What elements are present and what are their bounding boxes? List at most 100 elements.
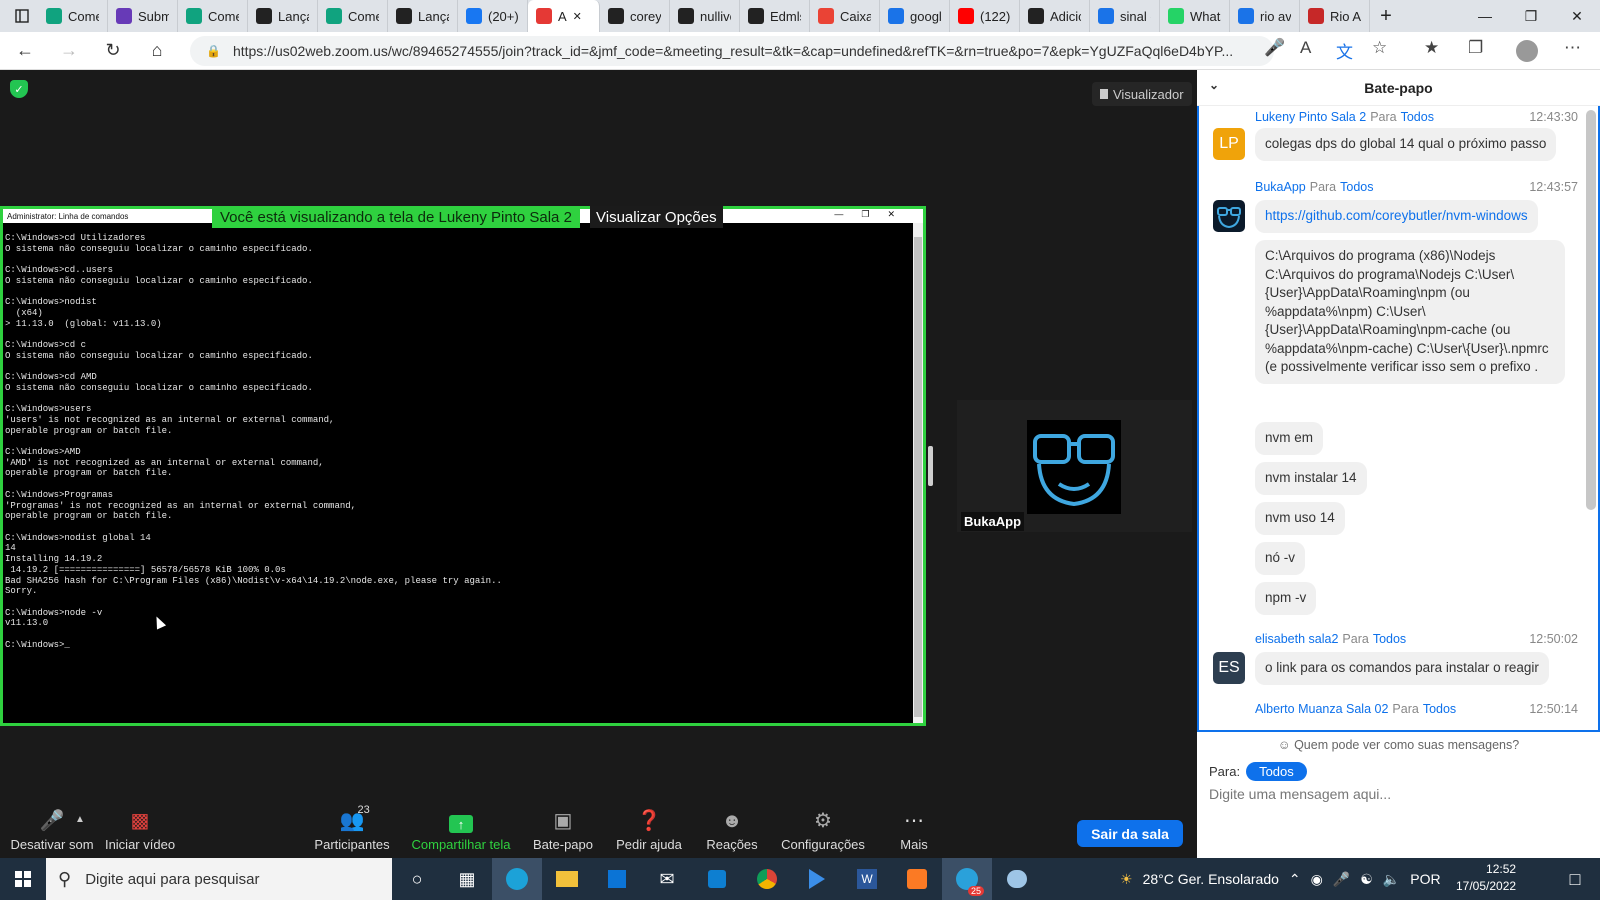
browser-tab[interactable]: Lança <box>248 0 318 32</box>
chrome-icon[interactable] <box>742 858 792 900</box>
restore-button[interactable]: ❐ <box>1508 0 1554 32</box>
taskbar-search[interactable]: ⚲ Digite aqui para pesquisar <box>46 858 392 900</box>
reactions-button[interactable]: ☻ Reações <box>706 808 758 858</box>
network-icon[interactable]: ☯ <box>1360 871 1373 888</box>
notifications-icon[interactable]: □ <box>1550 858 1600 900</box>
chat-button[interactable]: ▣ Bate-papo <box>530 808 596 858</box>
message-input[interactable]: Digite uma mensagem aqui... <box>1209 786 1391 802</box>
weather-text[interactable]: 28°C Ger. Ensolarado <box>1143 871 1279 887</box>
browser-tab[interactable]: Lança <box>388 0 458 32</box>
language-indicator[interactable]: POR <box>1410 871 1440 887</box>
browser-tab[interactable]: coreyt <box>600 0 670 32</box>
github-icon <box>1028 8 1044 24</box>
message-link[interactable]: https://github.com/coreybutler/nvm-windo… <box>1255 200 1538 233</box>
chat-scrollbar[interactable] <box>1586 110 1596 510</box>
back-icon[interactable]: ← <box>6 35 44 67</box>
more-button[interactable]: ⋯ Mais <box>896 808 932 858</box>
windows-start-icon[interactable] <box>0 858 46 900</box>
message-bubble: npm -v <box>1255 582 1317 615</box>
microphone-icon[interactable]: 🎤 <box>1264 38 1285 58</box>
message-to-prefix: Para <box>1309 180 1337 194</box>
refresh-icon[interactable]: ↻ <box>94 35 132 67</box>
new-tab-button[interactable]: + <box>1370 0 1402 32</box>
message-link-text[interactable]: https://github.com/coreybutler/nvm-windo… <box>1265 208 1528 223</box>
leave-room-button[interactable]: Sair da sala <box>1077 820 1183 847</box>
message-sender[interactable]: BukaApp <box>1255 180 1306 194</box>
recipient-row: Para: Todos <box>1209 762 1307 781</box>
recipient-select[interactable]: Todos <box>1246 762 1307 781</box>
store-icon[interactable] <box>592 858 642 900</box>
profile-avatar[interactable] <box>1516 40 1538 62</box>
favorite-add-icon[interactable]: ☆ <box>1372 38 1387 58</box>
telegram-icon[interactable]: 25 <box>942 858 992 900</box>
participants-button[interactable]: 👥 23 Participantes <box>312 804 392 858</box>
chevron-down-icon[interactable]: ⌄ <box>1209 78 1219 92</box>
privacy-info[interactable]: ☺ Quem pode ver como suas mensagens? <box>1197 732 1600 752</box>
settings-button[interactable]: ⚙ Configurações <box>780 808 866 858</box>
collections-icon[interactable]: ❐ <box>1468 38 1483 58</box>
browser-tab[interactable]: rio ave <box>1230 0 1300 32</box>
browser-tab[interactable]: Come <box>38 0 108 32</box>
gmail-icon <box>818 8 834 24</box>
microphone-icon[interactable]: 🎤 <box>1333 871 1350 888</box>
privacy-text: Quem pode ver como suas mensagens? <box>1294 738 1520 752</box>
translate-icon[interactable]: 文 <box>1336 38 1353 63</box>
browser-tab[interactable]: A ✕ <box>528 0 600 32</box>
paint-icon[interactable] <box>992 858 1042 900</box>
home-icon[interactable]: ⌂ <box>138 35 176 67</box>
message-sender[interactable]: elisabeth sala2 <box>1255 632 1338 646</box>
file-explorer-icon[interactable] <box>542 858 592 900</box>
browser-tab[interactable]: Whats <box>1160 0 1230 32</box>
browser-tab[interactable]: (122) <box>950 0 1020 32</box>
xampp-icon[interactable] <box>892 858 942 900</box>
browser-tab[interactable]: Come <box>318 0 388 32</box>
browser-tab-label: Come <box>68 8 99 24</box>
browser-tab[interactable]: sinal c <box>1090 0 1160 32</box>
browser-tab[interactable]: Adicic <box>1020 0 1090 32</box>
cortana-icon[interactable]: ○ <box>392 858 442 900</box>
view-options-button[interactable]: Visualizar Opções <box>590 206 723 228</box>
favorites-icon[interactable]: ★ <box>1424 38 1439 58</box>
edge-icon[interactable] <box>492 858 542 900</box>
browser-tab[interactable]: (20+) <box>458 0 528 32</box>
avatar: ES <box>1213 652 1245 684</box>
media-player-icon[interactable] <box>792 858 842 900</box>
start-video-button[interactable]: ▩ Iniciar vídeo <box>100 808 180 858</box>
mail-icon[interactable]: ✉ <box>642 858 692 900</box>
camera-icon[interactable]: ◉ <box>1311 871 1323 888</box>
ask-help-button[interactable]: ❓ Pedir ajuda <box>614 808 684 858</box>
audio-options-chevron[interactable]: ▲ <box>70 808 90 858</box>
read-aloud-icon[interactable]: A <box>1300 38 1311 58</box>
tab-actions-icon[interactable] <box>6 0 38 32</box>
close-tab-icon[interactable]: ✕ <box>573 10 582 23</box>
person-icon: ☺ <box>1277 738 1291 752</box>
close-window-button[interactable]: ✕ <box>1554 0 1600 32</box>
url-text: https://us02web.zoom.us/wc/89465274555/j… <box>232 43 1234 59</box>
browser-tab[interactable]: Come <box>178 0 248 32</box>
volume-icon[interactable]: 🔈 <box>1383 871 1400 888</box>
word-icon[interactable]: W <box>842 858 892 900</box>
message-sender[interactable]: Lukeny Pinto Sala 2 <box>1255 110 1366 124</box>
url-field[interactable]: 🔒 https://us02web.zoom.us/wc/89465274555… <box>190 36 1274 66</box>
chevron-up-icon[interactable]: ⌃ <box>1289 871 1301 888</box>
view-toggle-button[interactable]: Visualizador <box>1092 82 1192 106</box>
message-sender[interactable]: Alberto Muanza Sala 02 <box>1255 702 1388 716</box>
encryption-shield-icon[interactable]: ✓ <box>10 80 28 98</box>
forward-icon[interactable]: → <box>50 35 88 67</box>
browser-tab[interactable]: Subm <box>108 0 178 32</box>
clock[interactable]: 12:52 17/05/2022 <box>1456 861 1516 895</box>
weather-icon[interactable]: ☀ <box>1120 871 1133 888</box>
vscode-icon[interactable] <box>692 858 742 900</box>
browser-tab-label: nullive <box>700 8 731 24</box>
browser-tab[interactable]: googl <box>880 0 950 32</box>
participant-video-tile[interactable]: BukaApp <box>957 400 1192 532</box>
browser-tab[interactable]: Caixa <box>810 0 880 32</box>
browser-tab[interactable]: Edmls <box>740 0 810 32</box>
splitter-handle[interactable] <box>928 446 933 486</box>
minimize-button[interactable]: — <box>1462 0 1508 32</box>
browser-tab[interactable]: Rio Av <box>1300 0 1370 32</box>
task-view-icon[interactable]: ▦ <box>442 858 492 900</box>
browser-tab[interactable]: nullive <box>670 0 740 32</box>
share-screen-button[interactable]: ↑ Compartilhar tela <box>409 808 513 858</box>
menu-more-icon[interactable]: ⋯ <box>1564 38 1581 58</box>
